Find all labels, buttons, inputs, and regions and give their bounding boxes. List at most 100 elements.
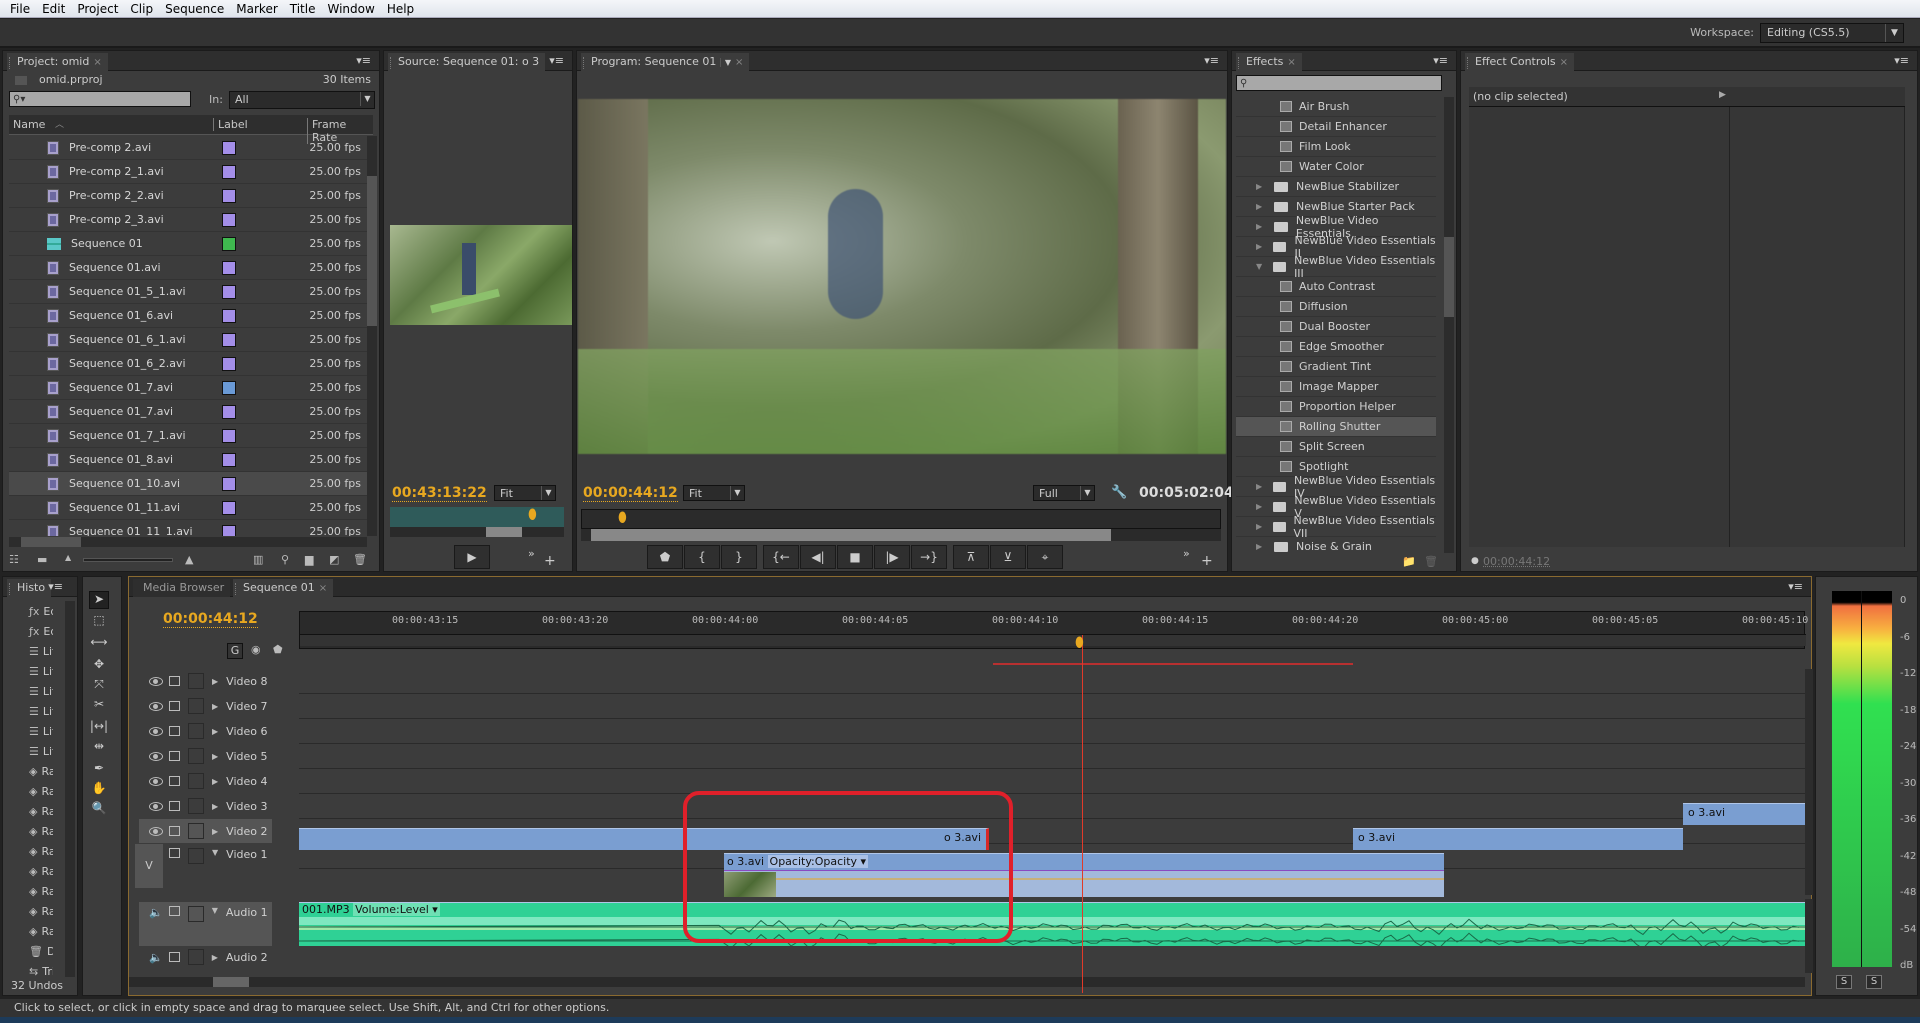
- timeline-ruler[interactable]: 00:00:43:15 00:00:43:20 00:00:44:00 00:00:4…: [299, 611, 1808, 649]
- source-timecode[interactable]: 00:43:13:22: [392, 485, 487, 502]
- program-zoom-select[interactable]: Fit ▼: [683, 485, 745, 501]
- disclosure-closed-icon[interactable]: ▶: [212, 827, 218, 836]
- eye-icon[interactable]: [149, 751, 163, 761]
- track-lock-toggle[interactable]: [188, 848, 204, 864]
- add-marker-button[interactable]: ⬟: [647, 545, 683, 569]
- tab-sequence-01[interactable]: Sequence 01 ×: [233, 579, 334, 597]
- project-item[interactable]: Pre-comp 2_3.avi 25.00 fps: [9, 208, 367, 232]
- history-item[interactable]: ◈Raz: [3, 921, 53, 941]
- zoom-tool-icon[interactable]: 🔍: [89, 801, 109, 819]
- panel-menu-icon[interactable]: ▾≡: [356, 54, 371, 67]
- history-item[interactable]: ƒxEdi: [3, 621, 53, 641]
- project-item[interactable]: Sequence 01_6_2.avi 25.00 fps: [9, 352, 367, 376]
- history-item[interactable]: ☰Lift: [3, 721, 53, 741]
- disclosure-closed-icon[interactable]: ▶: [212, 777, 218, 786]
- disclosure-closed-icon[interactable]: ▶: [1256, 522, 1265, 531]
- panel-menu-icon[interactable]: ▾≡: [1788, 580, 1803, 593]
- zoom-out-icon[interactable]: ▲: [65, 553, 71, 562]
- track-header-audio-1[interactable]: 🔈 ▼ Audio 1: [139, 902, 272, 946]
- track-header-video-3[interactable]: ▶ Video 3: [139, 794, 272, 818]
- effects-item[interactable]: Edge Smoother: [1236, 337, 1436, 357]
- history-vscrollbar[interactable]: [65, 601, 75, 977]
- menu-sequence[interactable]: Sequence: [159, 2, 230, 16]
- hand-tool-icon[interactable]: ✋: [89, 781, 109, 799]
- find-icon[interactable]: ⚲: [281, 553, 289, 566]
- effect-controls-timecode[interactable]: 00:00:44:12: [1483, 555, 1550, 568]
- eye-icon[interactable]: [149, 826, 163, 836]
- disclosure-closed-icon[interactable]: ▶: [1256, 182, 1266, 191]
- rate-stretch-tool-icon[interactable]: ⤧: [89, 677, 109, 695]
- label-color-swatch[interactable]: [222, 524, 236, 536]
- new-bin-icon[interactable]: ▆: [305, 553, 313, 566]
- effects-folder[interactable]: ▶ Noise & Grain: [1236, 537, 1436, 553]
- track-lock-toggle[interactable]: [188, 773, 204, 789]
- effects-folder[interactable]: ▶ NewBlue Video Essentials VII: [1236, 514, 1436, 540]
- history-item[interactable]: ☰Lift: [3, 661, 53, 681]
- slide-tool-icon[interactable]: ⇹: [89, 739, 109, 757]
- history-item[interactable]: ◈Raz: [3, 781, 53, 801]
- close-icon[interactable]: ×: [93, 57, 101, 68]
- track-lock-toggle[interactable]: [188, 673, 204, 689]
- close-icon[interactable]: ×: [1560, 57, 1568, 68]
- track-header-video-4[interactable]: ▶ Video 4: [139, 769, 272, 793]
- disclosure-closed-icon[interactable]: ▶: [212, 802, 218, 811]
- effects-item[interactable]: Rolling Shutter: [1236, 417, 1436, 437]
- history-item[interactable]: ☰Lift: [3, 701, 53, 721]
- effects-item[interactable]: Proportion Helper: [1236, 397, 1436, 417]
- label-color-swatch[interactable]: [222, 332, 236, 347]
- label-color-swatch[interactable]: [222, 476, 236, 491]
- menu-clip[interactable]: Clip: [124, 2, 159, 16]
- tab-effect-controls[interactable]: Effect Controls ×: [1465, 53, 1575, 71]
- disclosure-closed-icon[interactable]: ▶: [1256, 482, 1265, 491]
- label-color-swatch[interactable]: [222, 260, 236, 275]
- menu-project[interactable]: Project: [71, 2, 124, 16]
- disclosure-closed-icon[interactable]: ▶: [212, 677, 218, 686]
- tab-media-browser[interactable]: Media Browser: [133, 579, 231, 597]
- sync-lock-icon[interactable]: [169, 676, 180, 686]
- source-zoom-bar[interactable]: [390, 527, 564, 537]
- disclosure-open-icon[interactable]: ▼: [212, 906, 218, 915]
- disclosure-open-icon[interactable]: ▼: [212, 848, 218, 857]
- set-encore-marker-icon[interactable]: ◉: [251, 643, 261, 656]
- disclosure-open-icon[interactable]: ▼: [1256, 262, 1265, 271]
- label-color-swatch[interactable]: [222, 188, 236, 203]
- new-item-icon[interactable]: ◩: [329, 553, 339, 566]
- work-area-bar[interactable]: [300, 634, 1806, 646]
- project-item[interactable]: Sequence 01 25.00 fps: [9, 232, 367, 256]
- add-button-icon[interactable]: +: [544, 553, 556, 569]
- disclosure-closed-icon[interactable]: ▶: [1256, 242, 1265, 251]
- label-color-swatch[interactable]: [222, 308, 236, 323]
- disclosure-closed-icon[interactable]: ▶: [212, 727, 218, 736]
- effects-item[interactable]: Detail Enhancer: [1236, 117, 1436, 137]
- project-item[interactable]: Sequence 01_10.avi 25.00 fps: [9, 472, 367, 496]
- label-color-swatch[interactable]: [222, 236, 236, 251]
- effects-vscrollbar[interactable]: [1444, 97, 1454, 553]
- snap-icon[interactable]: G: [227, 643, 243, 659]
- project-item[interactable]: Sequence 01_11.avi 25.00 fps: [9, 496, 367, 520]
- sync-lock-icon[interactable]: [168, 906, 180, 916]
- effects-item[interactable]: Film Look: [1236, 137, 1436, 157]
- history-item[interactable]: ◈Raz: [3, 821, 53, 841]
- go-to-out-button[interactable]: →}: [911, 545, 947, 569]
- workspace-select[interactable]: Editing (CS5.5) ▼: [1760, 23, 1904, 43]
- timeline-timecode[interactable]: 00:00:44:12: [163, 611, 258, 628]
- mark-out-button[interactable]: }: [721, 545, 757, 569]
- tab-source[interactable]: Source: Sequence 01: o 3: [388, 53, 546, 71]
- label-color-swatch[interactable]: [222, 212, 236, 227]
- lift-button[interactable]: ⊼: [953, 545, 989, 569]
- track-lock-toggle[interactable]: [187, 906, 204, 922]
- program-timecode[interactable]: 00:00:44:12: [583, 485, 678, 502]
- more-controls-icon[interactable]: »: [528, 547, 535, 560]
- col-label[interactable]: Label: [213, 118, 248, 131]
- label-color-swatch[interactable]: [222, 164, 236, 179]
- playback-resolution-select[interactable]: Full ▼: [1033, 485, 1095, 501]
- source-scrubber[interactable]: ⬮: [390, 507, 564, 527]
- solo-right-button[interactable]: S: [1866, 975, 1882, 989]
- go-to-in-button[interactable]: {←: [763, 545, 799, 569]
- add-button-icon[interactable]: +: [1201, 553, 1213, 569]
- playhead-icon[interactable]: ⬮: [528, 507, 537, 523]
- project-item[interactable]: Sequence 01_7.avi 25.00 fps: [9, 400, 367, 424]
- step-forward-button[interactable]: |▶: [874, 545, 910, 569]
- history-item[interactable]: ◈Raz: [3, 881, 53, 901]
- label-color-swatch[interactable]: [222, 452, 236, 467]
